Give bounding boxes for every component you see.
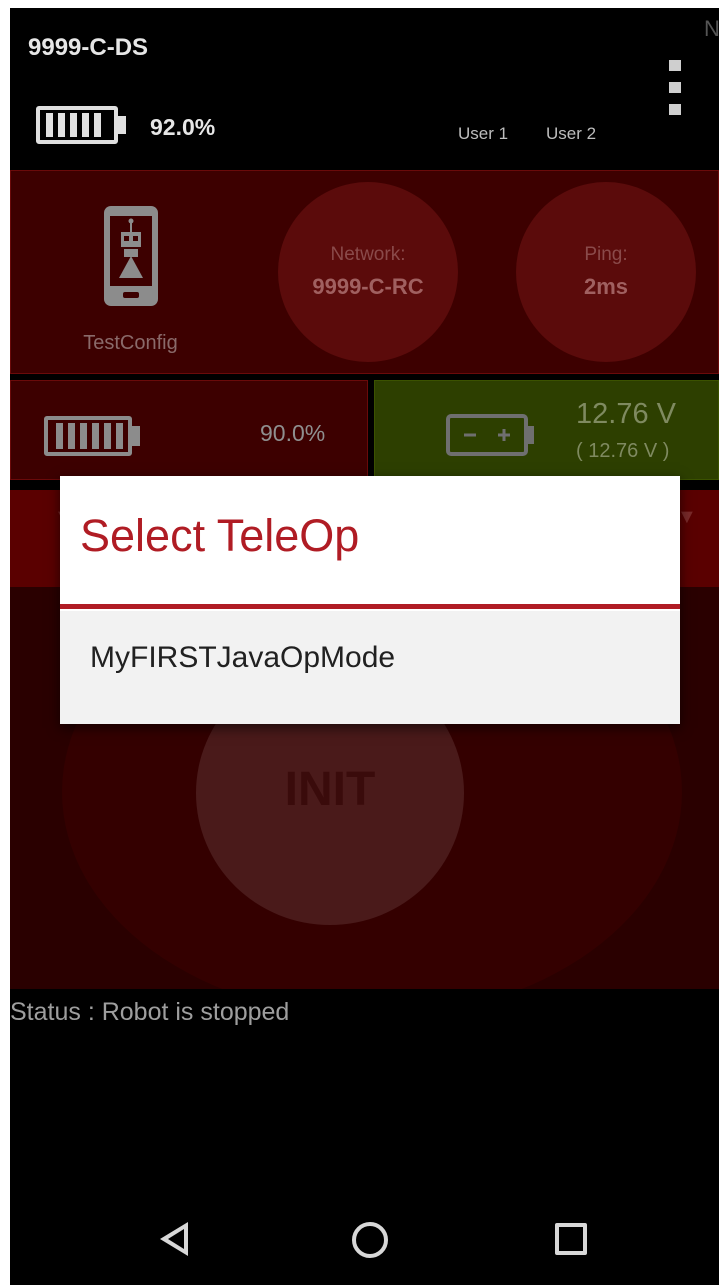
robot-phone-battery-level: 90.0%	[260, 420, 326, 446]
ds-battery-level: 92.0%	[150, 114, 216, 140]
dialog-title: Select TeleOp	[80, 510, 360, 561]
driver-station-screen: 9999-C-DS N 92.0% User 1 User 2 TestConf…	[10, 8, 719, 1285]
select-teleop-dialog: Select TeleOp MyFIRSTJavaOpMode	[60, 476, 680, 724]
network-indicator: Network: 9999-C-RC	[278, 182, 458, 362]
ping-label: Ping:	[584, 244, 628, 265]
opmode-list-item[interactable]: MyFIRSTJavaOpMode	[60, 611, 680, 724]
robot-status: Status : Robot is stopped	[10, 998, 290, 1026]
robot-voltage-min: ( 12.76 V )	[576, 440, 670, 462]
robot-config-name: TestConfig	[83, 332, 178, 354]
network-name: 9999-C-RC	[312, 274, 424, 299]
ping-value: 2ms	[583, 274, 629, 299]
init-button-label: INIT	[284, 763, 376, 816]
ping-indicator: Ping: 2ms	[516, 182, 696, 362]
opmode-list-item-label: MyFIRSTJavaOpMode	[90, 641, 396, 674]
nav-recents-icon[interactable]	[555, 1223, 587, 1255]
user1-indicator: User 1	[458, 124, 509, 143]
nav-home-icon[interactable]	[352, 1222, 388, 1258]
user2-indicator: User 2	[546, 124, 597, 143]
dialog-divider	[60, 604, 680, 609]
corner-indicator: N	[704, 16, 719, 41]
network-label: Network:	[330, 244, 406, 265]
robot-voltage: 12.76 V	[576, 398, 676, 430]
driver-station-name: 9999-C-DS	[28, 34, 149, 61]
